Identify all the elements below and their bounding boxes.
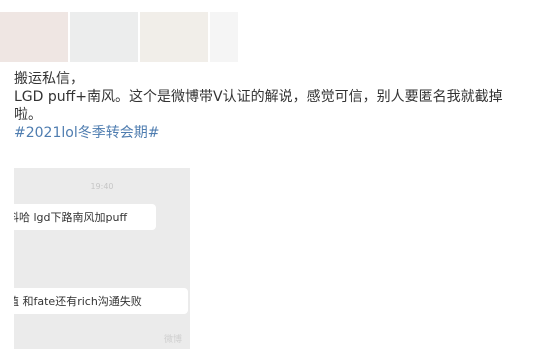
post-line-2: LGD puff+南风。这个是微博带V认证的解说，感觉可信，别人要匿名我就截掉	[14, 89, 503, 105]
blurred-extra-block	[210, 12, 238, 62]
blurred-header	[0, 12, 238, 62]
blurred-name-block	[70, 12, 138, 62]
weibo-watermark: 微博	[163, 335, 182, 345]
chat-screenshot-image[interactable]: 19:40 料哈 lgd下路南风加puff 值 和fate还有rich沟通失败 …	[14, 168, 190, 349]
post-line-1: 搬运私信，	[14, 71, 84, 87]
blurred-avatar-block	[0, 12, 68, 62]
chat-timestamp: 19:40	[90, 182, 114, 191]
blurred-info-block	[140, 12, 208, 62]
post-body: 搬运私信， LGD puff+南风。这个是微博带V认证的解说，感觉可信，别人要匿…	[14, 70, 539, 142]
chat-message-bubble: 料哈 lgd下路南风加puff	[14, 204, 156, 230]
post-line-3: 啦。	[14, 107, 42, 123]
chat-message-bubble: 值 和fate还有rich沟通失败	[14, 288, 188, 314]
hashtag-link[interactable]: #2021lol冬季转会期#	[14, 125, 159, 141]
